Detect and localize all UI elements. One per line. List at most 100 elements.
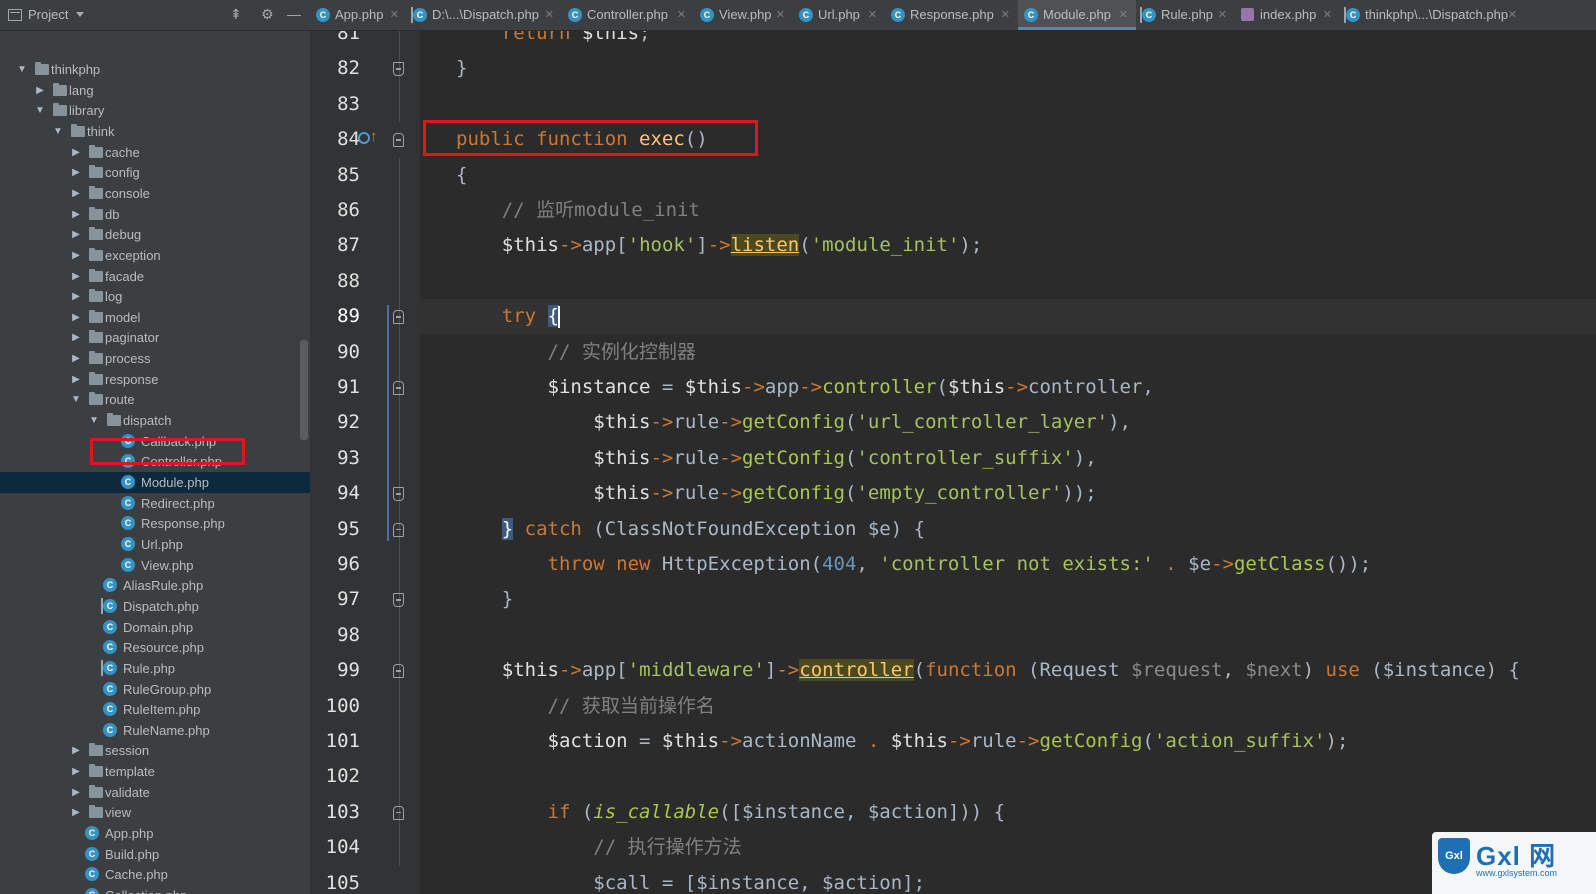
expand-arrow-right-icon[interactable]: ▶	[70, 802, 82, 823]
tree-item-controller-php[interactable]: C Controller.php	[0, 451, 310, 472]
tab-view-php[interactable]: C View.php ✕	[694, 0, 793, 30]
close-tab-icon[interactable]: ✕	[1323, 0, 1332, 30]
expand-arrow-right-icon[interactable]: ▶	[70, 266, 82, 287]
fold-end-icon[interactable]	[393, 593, 404, 608]
line-number[interactable]: 103	[310, 801, 360, 823]
tree-item-exception[interactable]: ▶ exception	[0, 245, 310, 266]
fold-collapse-icon[interactable]	[393, 805, 404, 820]
code-line[interactable]: $this->rule->getConfig('url_controller_l…	[420, 405, 1596, 440]
code-line[interactable]: $this->rule->getConfig('empty_controller…	[420, 476, 1596, 511]
tree-item-resource-php[interactable]: C Resource.php	[0, 637, 310, 658]
tree-item-rule-php[interactable]: C Rule.php	[0, 658, 310, 679]
line-number[interactable]: 98	[310, 624, 360, 646]
arrow-up-icon[interactable]: ↑	[370, 128, 378, 145]
expand-arrow-down-icon[interactable]: ▼	[34, 100, 46, 121]
tree-item-build-php[interactable]: C Build.php	[0, 844, 310, 865]
tree-item-domain-php[interactable]: C Domain.php	[0, 617, 310, 638]
expand-arrow-down-icon[interactable]: ▼	[52, 121, 64, 142]
line-number[interactable]: 97	[310, 588, 360, 610]
line-number[interactable]: 85	[310, 164, 360, 186]
close-tab-icon[interactable]: ✕	[868, 0, 877, 30]
close-tab-icon[interactable]: ✕	[1218, 0, 1227, 30]
expand-arrow-right-icon[interactable]: ▶	[70, 782, 82, 803]
line-number[interactable]: 84	[310, 128, 360, 150]
line-number[interactable]: 102	[310, 765, 360, 787]
tree-item-rulegroup-php[interactable]: C RuleGroup.php	[0, 679, 310, 700]
collapse-all-icon[interactable]: ⇞	[230, 6, 242, 22]
line-number[interactable]: 86	[310, 199, 360, 221]
line-number[interactable]: 89	[310, 305, 360, 327]
tree-item-config[interactable]: ▶ config	[0, 162, 310, 183]
expand-arrow-right-icon[interactable]: ▶	[70, 142, 82, 163]
tree-item-response-php[interactable]: C Response.php	[0, 513, 310, 534]
tab-thinkphp-dispatch-php[interactable]: Cthinkphp\...\Dispatch.php ✕	[1340, 0, 1525, 30]
expand-arrow-right-icon[interactable]: ▶	[70, 286, 82, 307]
tree-item-console[interactable]: ▶ console	[0, 183, 310, 204]
expand-arrow-down-icon[interactable]: ▼	[88, 410, 100, 431]
line-number[interactable]: 83	[310, 93, 360, 115]
tab-response-php[interactable]: C Response.php ✕	[885, 0, 1018, 30]
line-number[interactable]: 81	[310, 31, 360, 44]
code-line[interactable]	[420, 264, 1596, 299]
code-line[interactable]: // 执行操作方法	[420, 830, 1596, 865]
fold-end-icon[interactable]	[393, 62, 404, 77]
close-tab-icon[interactable]: ✕	[545, 0, 554, 30]
code-line[interactable]: // 监听module_init	[420, 193, 1596, 228]
line-number[interactable]: 93	[310, 447, 360, 469]
tree-item-cache[interactable]: ▶ cache	[0, 142, 310, 163]
tree-item-template[interactable]: ▶ template	[0, 761, 310, 782]
code-line[interactable]: try {	[420, 299, 1596, 335]
expand-arrow-right-icon[interactable]: ▶	[70, 761, 82, 782]
code-line[interactable]	[420, 759, 1596, 794]
tree-item-collection-php[interactable]: C Collection.php	[0, 885, 310, 894]
line-number[interactable]: 100	[310, 695, 360, 717]
tree-item-paginator[interactable]: ▶ paginator	[0, 327, 310, 348]
code-line[interactable]: public function exec()	[420, 122, 1596, 157]
line-number[interactable]: 92	[310, 411, 360, 433]
tree-item-module-php[interactable]: C Module.php	[0, 472, 310, 493]
tree-item-lang[interactable]: ▶ lang	[0, 80, 310, 101]
code-line[interactable]: }	[420, 582, 1596, 617]
expand-arrow-right-icon[interactable]: ▶	[70, 204, 82, 225]
fold-collapse-icon[interactable]	[393, 133, 404, 148]
close-tab-icon[interactable]: ✕	[1119, 0, 1128, 30]
code-line[interactable]: $this->app['hook']->listen('module_init'…	[420, 228, 1596, 263]
line-number[interactable]: 99	[310, 659, 360, 681]
line-number[interactable]: 91	[310, 376, 360, 398]
hide-panel-icon[interactable]: —	[287, 6, 301, 22]
tree-item-debug[interactable]: ▶ debug	[0, 224, 310, 245]
tree-item-log[interactable]: ▶ log	[0, 286, 310, 307]
tree-item-url-php[interactable]: C Url.php	[0, 534, 310, 555]
tree-item-redirect-php[interactable]: C Redirect.php	[0, 493, 310, 514]
fold-collapse-icon[interactable]	[393, 381, 404, 395]
tree-item-app-php[interactable]: C App.php	[0, 823, 310, 844]
expand-arrow-right-icon[interactable]: ▶	[70, 224, 82, 245]
line-number[interactable]: 90	[310, 341, 360, 363]
line-number[interactable]: 95	[310, 518, 360, 540]
code-line[interactable]: $instance = $this->app->controller($this…	[420, 370, 1596, 405]
tree-item-aliasrule-php[interactable]: C AliasRule.php	[0, 575, 310, 596]
code-line[interactable]: throw new HttpException(404, 'controller…	[420, 547, 1596, 582]
tree-item-model[interactable]: ▶ model	[0, 307, 310, 328]
fold-collapse-icon[interactable]	[393, 310, 404, 325]
expand-arrow-right-icon[interactable]: ▶	[70, 307, 82, 328]
tab-rule-php[interactable]: C Rule.php ✕	[1136, 0, 1235, 30]
code-line[interactable]: return $this;	[420, 31, 1596, 51]
tree-item-dispatch[interactable]: ▼ dispatch	[0, 410, 310, 431]
code-line[interactable]: // 获取当前操作名	[420, 689, 1596, 724]
code-line[interactable]: {	[420, 158, 1596, 193]
close-tab-icon[interactable]: ✕	[1508, 0, 1517, 30]
code-line[interactable]: $this->rule->getConfig('controller_suffi…	[420, 441, 1596, 476]
tree-item-ruleitem-php[interactable]: C RuleItem.php	[0, 699, 310, 720]
code-line[interactable]: }	[420, 51, 1596, 86]
tab-controller-php[interactable]: C Controller.php ✕	[562, 0, 694, 30]
line-number[interactable]: 105	[310, 872, 360, 894]
tree-item-rulename-php[interactable]: C RuleName.php	[0, 720, 310, 741]
code-line[interactable]: $action = $this->actionName . $this->rul…	[420, 724, 1596, 759]
expand-arrow-right-icon[interactable]: ▶	[70, 162, 82, 183]
code-line[interactable]: } catch (ClassNotFoundException $e) {	[420, 512, 1596, 547]
tab-module-php[interactable]: C Module.php ✕	[1018, 0, 1136, 30]
tree-item-callback-php[interactable]: C Callback.php	[0, 431, 310, 452]
tree-item-db[interactable]: ▶ db	[0, 204, 310, 225]
project-view-selector[interactable]: Project	[8, 7, 85, 22]
